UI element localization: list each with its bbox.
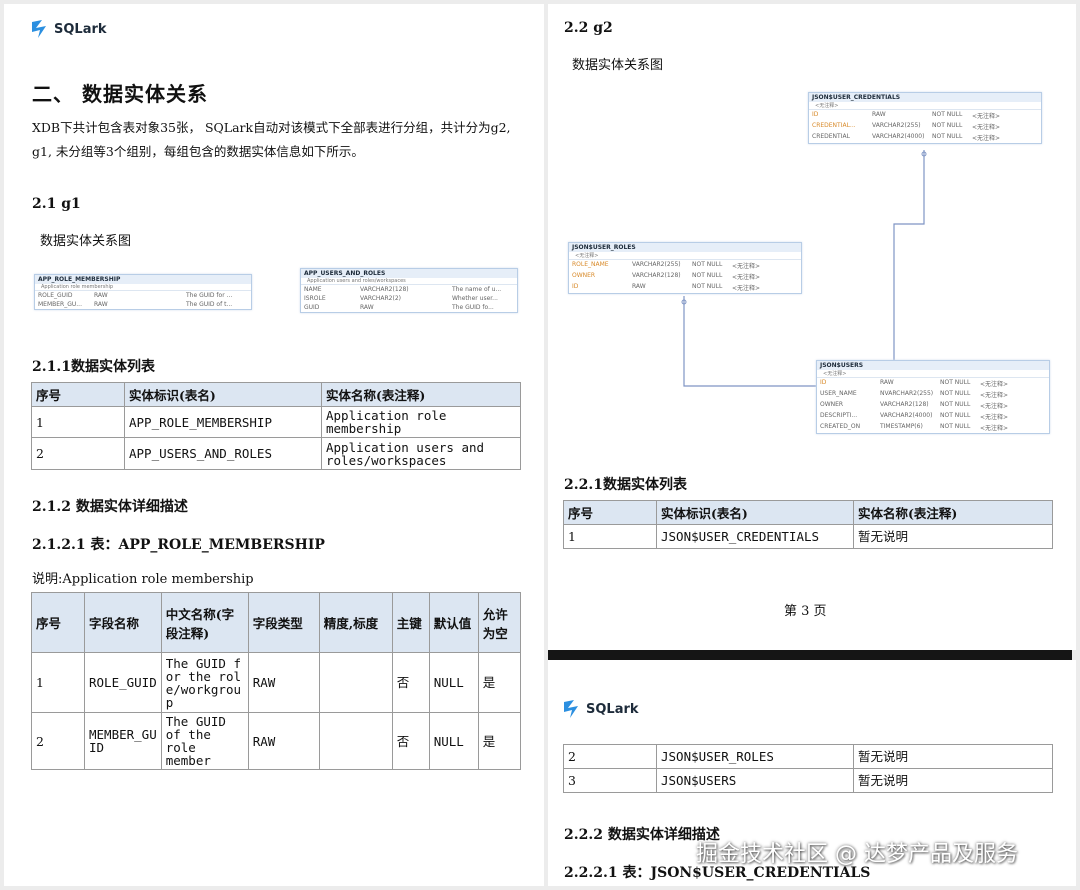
section-title: 二、 数据实体关系	[32, 82, 208, 106]
table-description: 说明:Application role membership	[32, 572, 254, 587]
logo-text: SQLark	[54, 21, 107, 37]
er-entity-json-user-roles[interactable]: JSON$USER_ROLES <无注释> ROLE_NAME VARCHAR2(…	[568, 242, 802, 294]
col-header: 序号	[31, 382, 125, 407]
field-detail-table: 序号 字段名称 中文名称(字段注释) 字段类型 精度,标度 主键 默认值 允许为…	[31, 592, 522, 770]
er-entity-json-users[interactable]: JSON$USERS <无注释> ID RAW NOT NULL <无注释> USER…	[816, 360, 1050, 434]
left-page: SQLark 二、 数据实体关系 XDB下共计包含表对象35张， SQLark自…	[4, 4, 544, 886]
col-header: 字段类型	[247, 592, 320, 653]
g2-entity-list-table: 序号 实体标识(表名) 实体名称(表注释) 1 JSON$USER_CREDEN…	[563, 500, 1053, 549]
er-field-row: CREDENTIAL... VARCHAR2(255) NOT NULL <无注释>	[812, 122, 1001, 131]
er-field-row: CREDENTIAL VARCHAR2(4000) NOT NULL <无注释>	[812, 133, 1001, 142]
er-field-row: MEMBER_GU... RAW The GUID of t...	[38, 301, 233, 308]
intro-paragraph: XDB下共计包含表对象35张， SQLark自动对该模式下全部表进行分组，共计分…	[32, 120, 511, 159]
er-entity-comment: <无注释>	[569, 252, 801, 260]
g1-heading: 2.1 g1	[32, 196, 81, 212]
er-entity-name: JSON$USER_CREDENTIALS	[809, 93, 1041, 102]
col-header: 允许为空	[477, 592, 522, 653]
right-page-top: 2.2 g2 数据实体关系图 JSON$USER_CREDENTIALS <无注…	[548, 4, 1076, 650]
g2-list-heading: 2.2.1数据实体列表	[564, 477, 687, 493]
col-header: 主键	[391, 592, 430, 653]
g1-list-heading: 2.1.1数据实体列表	[32, 359, 155, 375]
sqlark-logo: SQLark	[30, 18, 107, 40]
col-header: 实体标识(表名)	[124, 382, 322, 407]
er-entity-app-role-membership[interactable]: APP_ROLE_MEMBERSHIP Application role mem…	[34, 274, 252, 310]
er-field-row: USER_NAME NVARCHAR2(255) NOT NULL <无注释>	[820, 390, 1009, 399]
er-field-row: OWNER VARCHAR2(128) NOT NULL <无注释>	[572, 272, 761, 281]
er-entity-name: JSON$USER_ROLES	[569, 243, 801, 252]
table-row: 2 JSON$USER_ROLES 暂无说明	[563, 744, 1053, 769]
sqlark-logo-icon	[564, 700, 578, 718]
col-header: 序号	[31, 592, 85, 653]
col-header: 默认值	[428, 592, 479, 653]
col-header: 精度,标度	[318, 592, 393, 653]
col-header: 中文名称(字段注释)	[160, 592, 249, 653]
er-field-row: NAME VARCHAR2(128) The name of u...	[304, 286, 502, 293]
er-field-row: DESCRIPTI... VARCHAR2(4000) NOT NULL <无注释>	[820, 412, 1009, 421]
er-entity-name: APP_USERS_AND_ROLES	[301, 269, 517, 278]
page-break-divider	[548, 650, 1072, 660]
g1-entity-list-table: 序号 实体标识(表名) 实体名称(表注释) 1 APP_ROLE_MEMBERS…	[31, 382, 521, 470]
col-header: 实体标识(表名)	[656, 500, 854, 525]
col-header: 实体名称(表注释)	[853, 500, 1053, 525]
g1-diagram-caption: 数据实体关系图	[40, 234, 132, 249]
table-row: 3 JSON$USERS 暂无说明	[563, 768, 1053, 793]
er-field-row: GUID RAW The GUID fo...	[304, 304, 494, 311]
er-entity-comment: <无注释>	[809, 102, 1041, 110]
table-row: 1 JSON$USER_CREDENTIALS 暂无说明	[563, 524, 1053, 549]
er-field-row: ID RAW NOT NULL <无注释>	[572, 283, 761, 292]
er-entity-comment: Application users and roles/workspaces	[301, 278, 517, 285]
er-field-row: ROLE_NAME VARCHAR2(255) NOT NULL <无注释>	[572, 261, 761, 270]
table-title: 2.1.2.1 表：APP_ROLE_MEMBERSHIP	[32, 537, 325, 553]
er-entity-name: APP_ROLE_MEMBERSHIP	[35, 275, 251, 284]
table-row: 2 MEMBER_GUID The GUID of the role membe…	[31, 712, 522, 770]
document-viewer: SQLark 二、 数据实体关系 XDB下共计包含表对象35张， SQLark自…	[0, 0, 1080, 890]
er-field-row: ISROLE VARCHAR2(2) Whether user...	[304, 295, 498, 302]
col-header: 序号	[563, 500, 657, 525]
er-entity-app-users-and-roles[interactable]: APP_USERS_AND_ROLES Application users an…	[300, 268, 518, 313]
g2-entity-list-table-continued: 2 JSON$USER_ROLES 暂无说明 3 JSON$USERS 暂无说明	[563, 744, 1053, 793]
er-entity-name: JSON$USERS	[817, 361, 1049, 370]
g1-detail-heading: 2.1.2 数据实体详细描述	[32, 499, 188, 515]
er-field-row: ROLE_GUID RAW The GUID for ...	[38, 292, 233, 299]
er-field-row: CREATED_ON TIMESTAMP(6) NOT NULL <无注释>	[820, 423, 1009, 432]
sqlark-logo: SQLark	[562, 698, 639, 720]
er-field-row: ID RAW NOT NULL <无注释>	[812, 111, 1001, 120]
er-field-row: OWNER VARCHAR2(128) NOT NULL <无注释>	[820, 401, 1009, 410]
col-header: 字段名称	[84, 592, 162, 653]
table-row: 2 APP_USERS_AND_ROLES Application users …	[31, 437, 521, 470]
er-field-row: ID RAW NOT NULL <无注释>	[820, 379, 1009, 388]
er-entity-json-user-credentials[interactable]: JSON$USER_CREDENTIALS <无注释> ID RAW NOT NUL…	[808, 92, 1042, 144]
watermark-text: 掘金技术社区 @ 达梦产品及服务	[696, 842, 1018, 867]
sqlark-logo-icon	[32, 20, 46, 38]
table-row: 1 APP_ROLE_MEMBERSHIP Application role m…	[31, 406, 521, 438]
col-header: 实体名称(表注释)	[321, 382, 521, 407]
er-entity-comment: <无注释>	[817, 370, 1049, 378]
er-entity-comment: Application role membership	[35, 284, 251, 291]
page-number: 第 3 页	[784, 604, 827, 619]
logo-text: SQLark	[586, 701, 639, 717]
table-row: 1 ROLE_GUID The GUID for the role/workgr…	[31, 652, 522, 713]
